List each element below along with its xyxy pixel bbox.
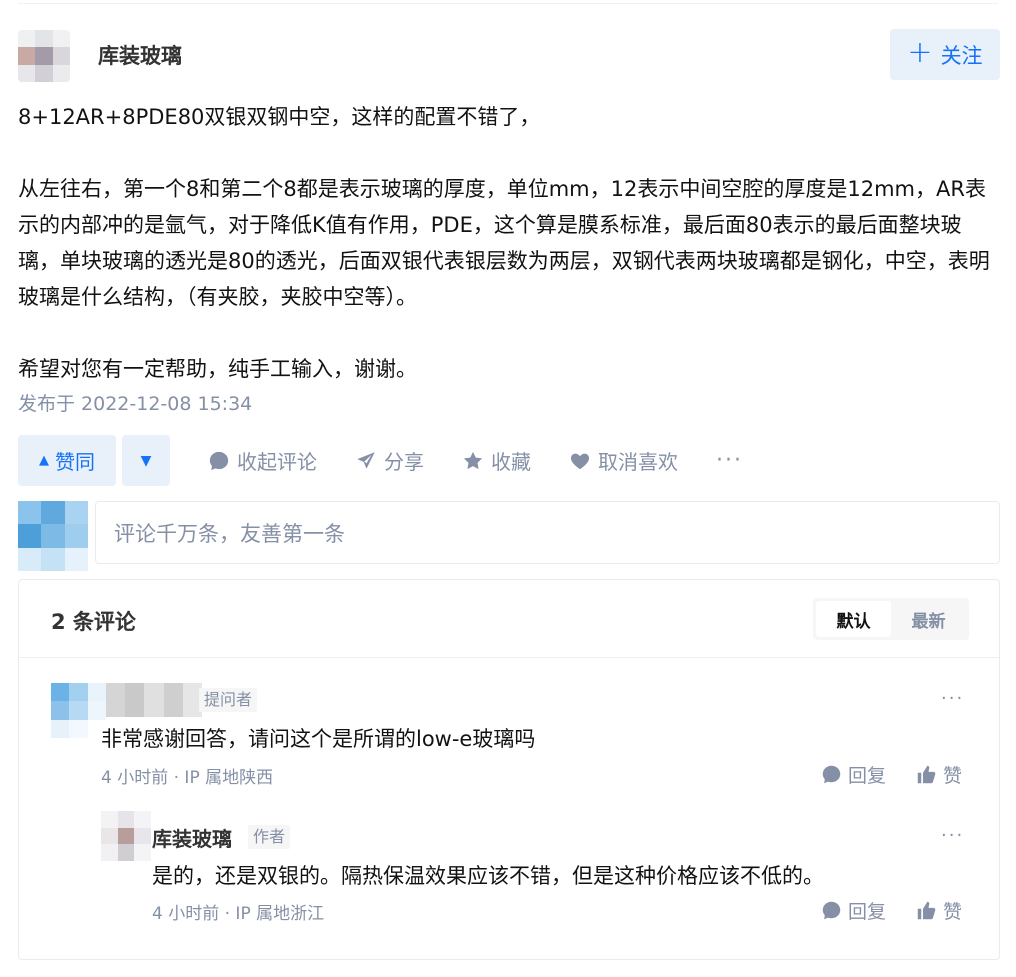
- publish-time: 发布于 2022-12-08 15:34: [18, 393, 253, 415]
- reply-like-button[interactable]: 赞: [916, 897, 962, 924]
- like-label: 赞: [943, 765, 963, 787]
- answer-content: 8+12AR+8PDE80双银双钢中空，这样的配置不错了， 从左往右，第一个8和…: [18, 99, 1003, 387]
- reply-more-button[interactable]: ···: [941, 825, 964, 846]
- comment-text: 非常感谢回答，请问这个是所谓的low-e玻璃吗: [101, 727, 536, 751]
- answer-author-row: 库装玻璃 + 关注: [18, 18, 1000, 82]
- comment-input-placeholder: 评论千万条，友善第一条: [114, 521, 345, 546]
- answer-action-bar: ▲ 赞同 ▼ 收起评论 分享 收藏 取消喜欢 ···: [18, 435, 818, 486]
- collapse-comments-button[interactable]: 收起评论: [208, 446, 317, 475]
- comment-reply-button[interactable]: 回复: [821, 761, 886, 788]
- comment-bubble-icon: [822, 765, 841, 784]
- comments-count-title: 2 条评论: [51, 610, 136, 634]
- comment-bubble-icon: [822, 901, 841, 920]
- commenter-avatar[interactable]: [51, 683, 106, 738]
- comment-more-button[interactable]: ···: [941, 688, 964, 709]
- triangle-up-icon: ▲: [39, 453, 49, 468]
- thumbs-up-icon: [917, 765, 936, 784]
- comment-like-button[interactable]: 赞: [916, 761, 962, 788]
- like-label: 赞: [943, 901, 963, 923]
- author-name[interactable]: 库装玻璃: [98, 40, 182, 70]
- triangle-down-icon: ▼: [140, 452, 152, 469]
- share-label: 分享: [384, 450, 424, 474]
- commenter-name-blurred: [106, 683, 202, 717]
- reply-label: 回复: [848, 901, 887, 923]
- paper-plane-icon: [357, 451, 375, 469]
- reply-reply-button[interactable]: 回复: [821, 897, 886, 924]
- sort-latest-option[interactable]: 最新: [891, 601, 966, 637]
- author-reply-avatar[interactable]: [101, 811, 151, 861]
- reply-text: 是的，还是双银的。隔热保温效果应该不错，但是这种价格应该不低的。: [152, 864, 824, 888]
- comments-sort-switch: 默认 最新: [813, 598, 969, 640]
- answer-paragraph: 希望对您有一定帮助，纯手工输入，谢谢。: [18, 357, 417, 381]
- more-actions-button[interactable]: ···: [716, 448, 743, 473]
- thumbs-up-icon: [917, 901, 936, 920]
- comment-bubble-icon: [209, 451, 229, 470]
- follow-label: 关注: [940, 43, 983, 68]
- answer-paragraph: 8+12AR+8PDE80双银双钢中空，这样的配置不错了，: [18, 105, 541, 129]
- answer-paragraph: 从左往右，第一个8和第二个8都是表示玻璃的厚度，单位mm，12表示中间空腔的厚度…: [18, 177, 990, 309]
- asker-tag: 提问者: [199, 688, 258, 712]
- upvote-label: 赞同: [55, 450, 95, 474]
- current-user-avatar: [18, 501, 88, 571]
- top-divider: [18, 3, 998, 4]
- unlike-button[interactable]: 取消喜欢: [569, 446, 678, 475]
- favorite-label: 收藏: [491, 450, 531, 474]
- star-icon: [463, 451, 483, 469]
- plus-icon: +: [907, 35, 933, 70]
- unlike-label: 取消喜欢: [598, 450, 678, 474]
- reply-author-name[interactable]: 库装玻璃: [152, 823, 232, 852]
- author-tag: 作者: [248, 825, 291, 849]
- comment-meta: 4 小时前 · IP 属地陕西: [101, 768, 274, 788]
- sort-default-option[interactable]: 默认: [816, 601, 891, 637]
- downvote-button[interactable]: ▼: [122, 435, 170, 486]
- comments-header: 2 条评论 默认 最新: [19, 580, 999, 658]
- author-avatar[interactable]: [18, 30, 70, 82]
- upvote-button[interactable]: ▲ 赞同: [18, 435, 116, 486]
- heart-icon: [570, 453, 590, 469]
- favorite-button[interactable]: 收藏: [462, 446, 531, 475]
- share-button[interactable]: 分享: [355, 446, 424, 475]
- collapse-comments-label: 收起评论: [237, 450, 317, 474]
- reply-meta: 4 小时前 · IP 属地浙江: [152, 904, 325, 924]
- comments-panel: 2 条评论 默认 最新 提问者 ··· 非常感谢回答，请问这个是所谓的low-e…: [18, 579, 1000, 960]
- comment-input[interactable]: 评论千万条，友善第一条: [95, 501, 1000, 564]
- reply-label: 回复: [848, 765, 887, 787]
- follow-button[interactable]: + 关注: [890, 29, 1000, 80]
